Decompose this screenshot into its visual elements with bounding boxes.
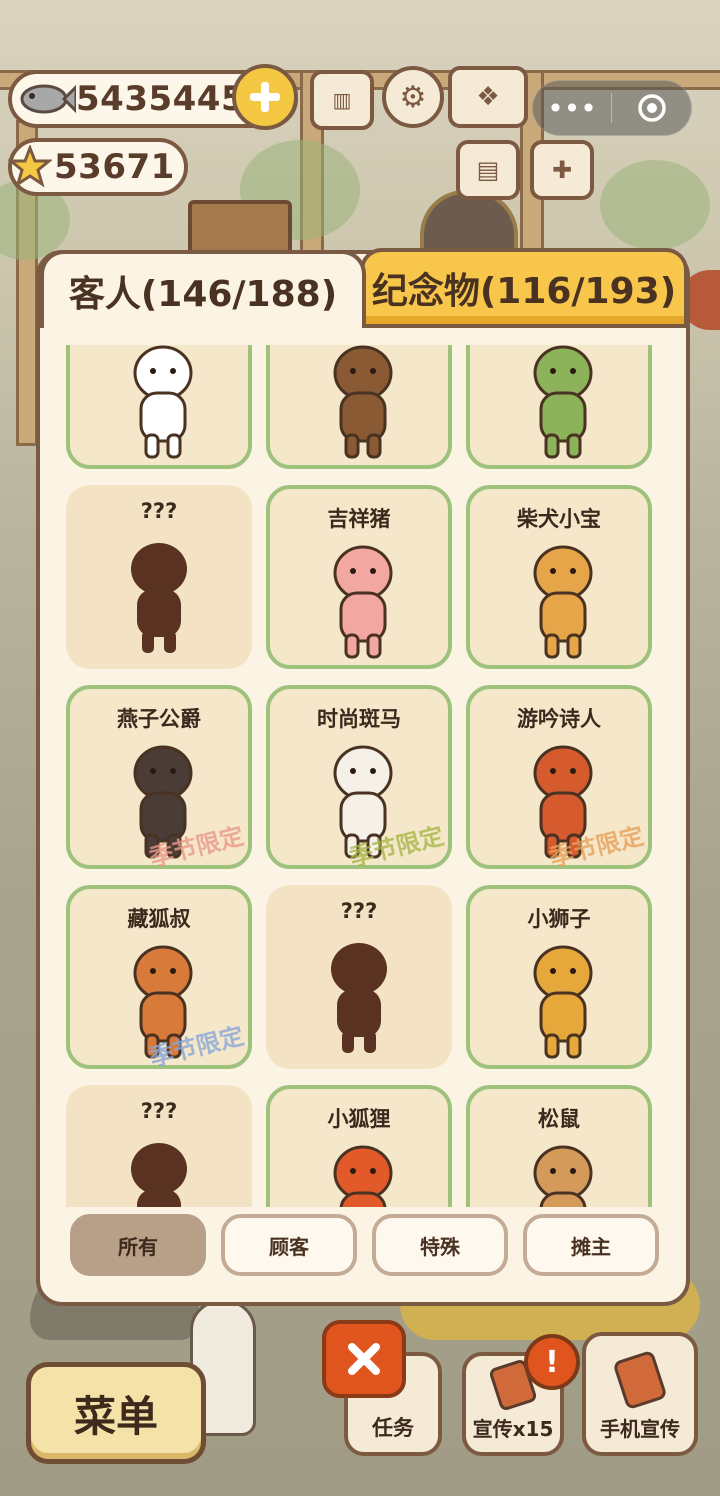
guest-card[interactable]: 吉祥猪 [266,485,452,669]
guest-card[interactable]: 小狐狸 [266,1085,452,1207]
more-button[interactable]: ••• [533,81,611,135]
filter-special[interactable]: 特殊 [372,1214,508,1276]
album-button[interactable]: ❖ [448,66,528,128]
guest-name: 游吟诗人 [517,707,601,731]
plus-icon [250,82,280,112]
guest-name: 吉祥猪 [327,507,391,531]
tab-souvenirs-label: 纪念物(116/193) [371,271,677,312]
guest-name: 柴犬小宝 [517,507,601,531]
filter-all-label: 所有 [118,1234,158,1259]
guest-name: ??? [140,1099,178,1123]
fishbone-sign [188,200,292,256]
game-button[interactable]: ✚ [530,140,594,200]
guest-name: ??? [140,499,178,523]
guest-name: 小狐狸 [327,1107,391,1131]
ranking-icon: ▥ [332,88,352,112]
locked-silhouette-icon [331,943,387,1053]
guest-card[interactable]: ??? [66,1085,252,1207]
guest-card[interactable]: 藏狐叔 季节限定 [66,885,252,1072]
filter-vendors-label: 摊主 [571,1234,611,1259]
guest-character-icon [533,545,593,659]
filter-customers-label: 顾客 [269,1234,309,1259]
paw-book-icon: ❖ [476,82,500,112]
guest-name: 松鼠 [538,1107,580,1131]
guest-card[interactable]: ??? [266,885,452,1069]
star-counter: 53671 [8,138,188,196]
miniprogram-capsule: ••• [532,80,692,136]
guest-character-icon [533,1145,593,1207]
phone-promo-button[interactable]: 手机宣传 [582,1332,698,1456]
filter-all[interactable]: 所有 [70,1214,206,1276]
gamepad-icon: ✚ [551,156,573,184]
newspaper-icon: ▤ [476,156,500,184]
star-count: 53671 [54,147,175,187]
guest-character-icon [333,545,393,659]
tab-guests-label: 客人(146/188) [68,274,338,315]
guest-grid[interactable]: ??? 吉祥猪 柴犬小宝燕子公爵 季节限定 时尚斑马 季节限定 游吟诗人 季节限定藏狐叔 季节限… [60,345,660,1207]
guest-card[interactable]: ??? [66,485,252,669]
guest-name: ??? [340,899,378,923]
menu-button[interactable]: 菜单 [26,1362,206,1464]
guest-card[interactable]: 时尚斑马 季节限定 [266,685,452,872]
close-icon [348,1343,380,1375]
settings-button[interactable]: ⚙ [382,66,444,128]
locked-silhouette-icon [131,1143,187,1207]
promo-label: 宣传x15 [472,1417,554,1441]
guest-character-icon [333,345,393,459]
filter-special-label: 特殊 [420,1234,460,1259]
gear-icon: ⚙ [399,79,427,115]
guest-character-icon [133,345,193,459]
guest-card[interactable] [266,345,452,469]
tasks-label: 任务 [372,1416,414,1440]
guest-card[interactable]: 小狮子 [466,885,652,1069]
guest-name: 小狮子 [527,907,591,931]
add-fish-button[interactable] [232,64,298,130]
guest-character-icon [333,1145,393,1207]
guest-card[interactable] [466,345,652,469]
locked-silhouette-icon [131,543,187,653]
guest-card[interactable]: 游吟诗人 季节限定 [466,685,652,872]
guest-character-icon [533,945,593,1059]
close-miniprogram-button[interactable] [612,81,691,135]
guest-name: 藏狐叔 [127,907,191,931]
target-icon [637,94,666,122]
guest-card[interactable]: 柴犬小宝 [466,485,652,669]
guest-card[interactable] [66,345,252,469]
tab-souvenirs[interactable]: 纪念物(116/193) [360,248,688,328]
star-icon [8,145,52,188]
news-button[interactable]: ▤ [456,140,520,200]
ranking-button[interactable]: ▥ [310,70,374,130]
guest-character-icon [533,345,593,459]
exclamation-icon: ! [545,1344,559,1380]
phone-promo-label: 手机宣传 [600,1417,680,1441]
tab-guests[interactable]: 客人(146/188) [40,250,366,328]
fish-icon [20,84,76,114]
guest-name: 时尚斑马 [317,707,401,731]
close-panel-button[interactable] [322,1320,406,1398]
menu-label: 菜单 [73,1391,158,1441]
filter-customers[interactable]: 顾客 [221,1214,357,1276]
filter-vendors[interactable]: 摊主 [523,1214,659,1276]
more-dots-icon: ••• [547,91,597,125]
guest-card[interactable]: 松鼠 [466,1085,652,1207]
phone-icon [612,1349,668,1411]
guest-card[interactable]: 燕子公爵 季节限定 [66,685,252,872]
leaves-decor [600,160,710,250]
alert-badge: ! [524,1334,580,1390]
guest-name: 燕子公爵 [117,707,201,731]
